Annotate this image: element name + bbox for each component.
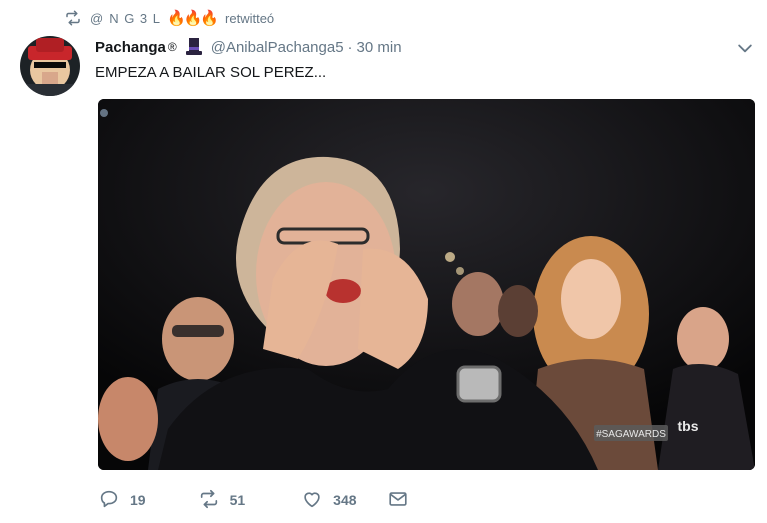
- tweet-text: EMPEZA A BAILAR SOL PEREZ...: [95, 64, 327, 81]
- chevron-down-icon[interactable]: [735, 38, 755, 58]
- retweeter-name[interactable]: N G 3 L: [109, 11, 161, 26]
- reply-button[interactable]: 19: [98, 488, 146, 513]
- envelope-icon: [387, 488, 409, 513]
- reply-count: 19: [130, 492, 146, 508]
- avatar[interactable]: [20, 36, 80, 96]
- fire-emojis: 🔥🔥🔥: [167, 10, 219, 27]
- registered-mark: ®: [167, 40, 177, 54]
- display-name[interactable]: Pachanga: [95, 39, 166, 56]
- tweet-header: Pachanga ® @AnibalPachanga5 · 30 min: [95, 36, 755, 58]
- top-hat-icon: [185, 37, 203, 57]
- heart-icon: [301, 488, 323, 513]
- tweet-actions: 19 51 348: [98, 486, 409, 514]
- retweet-icon: [198, 488, 220, 513]
- retweet-icon: [64, 9, 82, 27]
- media-watermark: #SAGAWARDS: [596, 429, 666, 440]
- separator-dot: ·: [347, 38, 353, 56]
- like-button[interactable]: 348: [301, 488, 357, 513]
- retweet-context: @ N G 3 L 🔥🔥🔥 retwitteó: [64, 8, 274, 28]
- like-count: 348: [333, 492, 357, 508]
- tweet-media[interactable]: #SAGAWARDS tbs: [98, 99, 755, 470]
- reply-icon: [98, 488, 120, 513]
- retweet-count: 51: [229, 492, 246, 508]
- retweeted-label: retwitteó: [225, 10, 275, 26]
- user-handle[interactable]: @AnibalPachanga5: [211, 39, 344, 56]
- direct-message-button[interactable]: [387, 488, 409, 513]
- retweet-button[interactable]: 51: [198, 488, 246, 513]
- timestamp[interactable]: 30 min: [357, 39, 402, 56]
- retweeter-handle[interactable]: @ N G 3 L 🔥🔥🔥: [90, 9, 219, 27]
- network-logo: tbs: [678, 418, 699, 434]
